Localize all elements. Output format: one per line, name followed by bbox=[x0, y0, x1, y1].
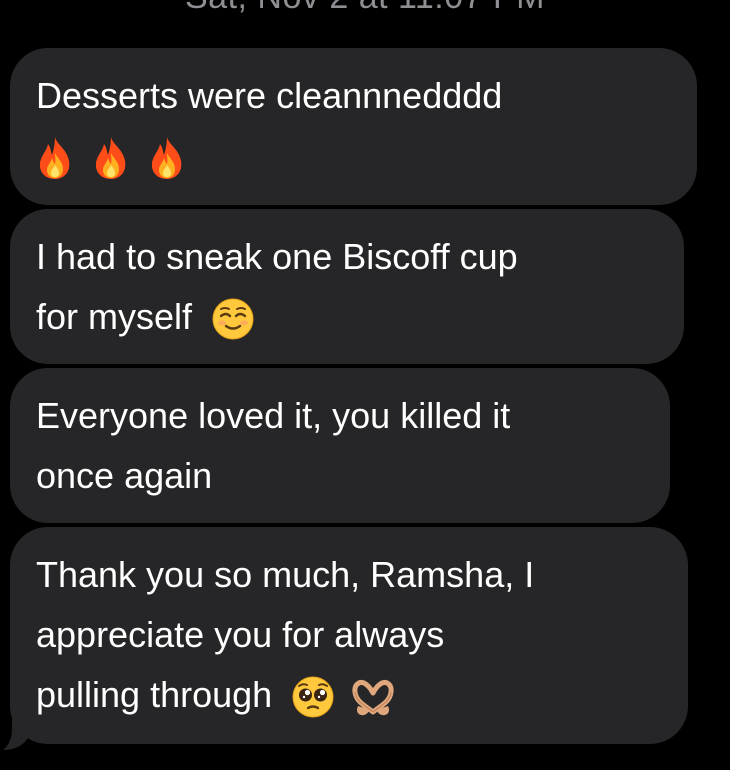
fire-icon bbox=[151, 137, 182, 180]
message-text-line: Desserts were cleannnedddd bbox=[36, 75, 503, 116]
message-text-line: once again bbox=[36, 455, 213, 496]
message-emoji-line bbox=[36, 126, 671, 186]
message-text-line: appreciate you for always bbox=[36, 614, 445, 655]
message-timestamp: Sat, Nov 2 at 11:07 PM bbox=[0, 0, 730, 17]
message-text-line: Thank you so much, Ramsha, I bbox=[36, 554, 535, 595]
fire-icon bbox=[39, 137, 70, 180]
message-text: pulling through bbox=[36, 674, 273, 715]
message-text-line-with-emoji: for myself bbox=[36, 287, 658, 347]
message-text-line: I had to sneak one Biscoff cup bbox=[36, 236, 518, 277]
message-text-line: Everyone loved it, you killed it bbox=[36, 395, 511, 436]
message-bubble[interactable]: Everyone loved it, you killed it once ag… bbox=[10, 368, 670, 523]
heart-hands-icon bbox=[352, 680, 394, 716]
message-bubble[interactable]: I had to sneak one Biscoff cup for mysel… bbox=[10, 209, 684, 364]
message-text: for myself bbox=[36, 296, 193, 337]
pleading-face-icon bbox=[292, 676, 334, 718]
message-bubble[interactable]: Thank you so much, Ramsha, I appreciate … bbox=[10, 527, 688, 744]
message-text-line-with-emoji: pulling through bbox=[36, 665, 662, 725]
fire-icon bbox=[95, 137, 126, 180]
message-bubble[interactable]: Desserts were cleannnedddd bbox=[10, 48, 697, 205]
relieved-face-icon bbox=[212, 298, 254, 340]
